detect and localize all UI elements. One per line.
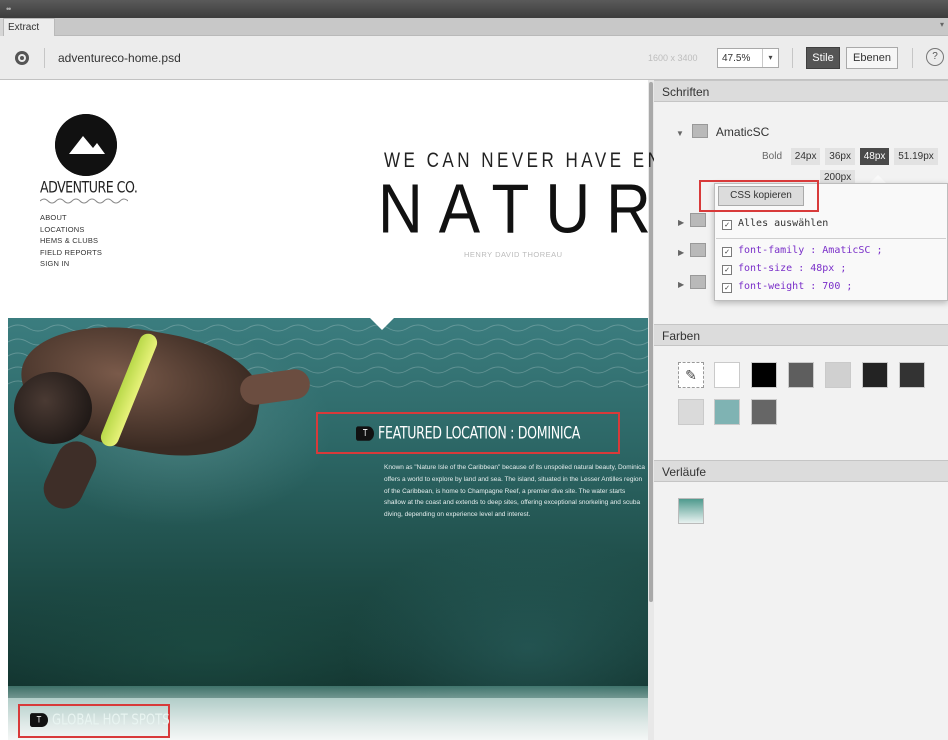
nav-link-hems-clubs[interactable]: HEMS & CLUBS (40, 235, 102, 247)
expand-triangle-icon[interactable]: ▼ (676, 129, 684, 138)
featured-location-title[interactable]: T FEATURED LOCATION : DOMINICA (356, 424, 580, 443)
css-line-font-size[interactable]: ✓ font-size : 48px ; (722, 263, 846, 275)
font-icon (690, 213, 707, 227)
font-size-chip[interactable]: 24px (790, 148, 821, 165)
css-line-font-weight[interactable]: ✓ font-weight : 700 ; (722, 281, 852, 293)
help-icon[interactable]: ? (926, 48, 944, 66)
toolbar-separator (792, 48, 793, 68)
layers-button[interactable]: Ebenen (846, 47, 898, 69)
toolbar-separator (912, 48, 913, 68)
colors-heading[interactable]: Farben (654, 324, 948, 346)
checkbox-checked-icon[interactable]: ✓ (722, 265, 732, 275)
font-icon (690, 243, 707, 257)
color-swatch[interactable] (825, 362, 851, 388)
tab-bar (55, 18, 948, 36)
brand-name[interactable]: ADVENTURE CO. (40, 179, 138, 197)
css-line-text: font-size : 48px ; (738, 263, 847, 274)
font-entry-collapsed[interactable]: ▶ (678, 243, 714, 257)
copy-css-highlight (699, 180, 819, 212)
color-swatch[interactable] (899, 362, 925, 388)
collapse-triangle-icon[interactable]: ▶ (678, 280, 684, 289)
color-swatch[interactable] (788, 362, 814, 388)
font-entry-collapsed[interactable]: ▶ (678, 213, 714, 227)
eyedropper-icon[interactable]: ✎ (678, 362, 704, 388)
featured-location-body[interactable]: Known as "Nature Isle of the Caribbean" … (384, 462, 648, 546)
panel-menu-icon[interactable]: ▾ (940, 20, 944, 29)
font-icon (690, 275, 707, 289)
font-size-chip-active[interactable]: 48px (859, 148, 890, 165)
font-entry-amaticsc[interactable]: ▼ AmaticSC (676, 124, 769, 139)
text-layer-badge-icon: T (30, 713, 48, 727)
mountain-logo-icon[interactable] (55, 114, 117, 176)
window-topstrip: •• (0, 0, 948, 18)
nav-link-sign-in[interactable]: SIGN IN (40, 258, 102, 270)
font-name: AmaticSC (715, 125, 770, 139)
styles-button[interactable]: Stile (806, 47, 840, 69)
nav-link-locations[interactable]: LOCATIONS (40, 224, 102, 236)
checkbox-checked-icon[interactable]: ✓ (722, 220, 732, 230)
css-line-font-family[interactable]: ✓ font-family : AmaticSC ; (722, 245, 883, 257)
collapse-triangle-icon[interactable]: ▶ (678, 218, 684, 227)
document-dimensions: 1600 x 3400 (648, 53, 698, 63)
font-size-list: Bold 24px 36px 48px 51.19px (758, 148, 940, 165)
nav-link-about[interactable]: ABOUT (40, 212, 102, 224)
site-nav: ABOUT LOCATIONS HEMS & CLUBS FIELD REPOR… (40, 212, 102, 270)
font-weight-label: Bold (762, 151, 783, 162)
tab-extract[interactable]: Extract (3, 18, 55, 36)
global-hot-spots-title[interactable]: T GLOBAL HOT SPOTS (30, 712, 170, 729)
diver-image (14, 372, 92, 444)
toolbar-separator (44, 48, 45, 68)
css-line-text: font-family : AmaticSC ; (738, 245, 883, 256)
color-swatch[interactable] (751, 399, 777, 425)
font-icon (691, 124, 708, 138)
css-line-text: font-weight : 700 ; (738, 281, 853, 292)
zoom-value: 47.5% (722, 53, 751, 64)
nav-link-field-reports[interactable]: FIELD REPORTS (40, 247, 102, 259)
toolbar: adventureco-home.psd 1600 x 3400 47.5% ▾… (0, 36, 948, 80)
zoom-select[interactable]: 47.5% ▾ (717, 48, 779, 68)
wave-divider-icon (40, 198, 128, 204)
quote-author[interactable]: HENRY DAVID THOREAU (464, 250, 563, 259)
chevron-down-icon[interactable]: ▾ (762, 49, 778, 67)
fonts-heading[interactable]: Schriften (654, 80, 948, 102)
global-hot-spots-label: GLOBAL HOT SPOTS (52, 712, 170, 730)
gradients-heading[interactable]: Verläufe (654, 460, 948, 482)
font-size-chip[interactable]: 36px (825, 148, 855, 165)
checkbox-checked-icon[interactable]: ✓ (722, 283, 732, 293)
select-all-label: Alles auswählen (738, 218, 829, 229)
color-swatch[interactable] (714, 399, 740, 425)
grip-icon[interactable]: •• (6, 4, 11, 14)
font-entry-collapsed[interactable]: ▶ (678, 275, 714, 289)
document-filename: adventureco-home.psd (58, 51, 181, 65)
gradient-swatch[interactable] (678, 498, 704, 524)
quote-headline[interactable]: NATURE (378, 170, 708, 250)
font-size-chip[interactable]: 51.19px (894, 148, 938, 165)
checkbox-checked-icon[interactable]: ✓ (722, 247, 732, 257)
color-swatch[interactable] (678, 399, 704, 425)
text-layer-badge-icon: T (356, 426, 374, 441)
collapse-triangle-icon[interactable]: ▶ (678, 248, 684, 257)
select-all-option[interactable]: ✓ Alles auswählen (722, 218, 828, 230)
color-swatch[interactable] (862, 362, 888, 388)
popup-divider (716, 238, 946, 239)
color-swatch[interactable] (751, 362, 777, 388)
color-swatch[interactable] (714, 362, 740, 388)
featured-location-label: FEATURED LOCATION : DOMINICA (378, 424, 581, 444)
hero-notch (370, 318, 394, 330)
preview-eye-icon[interactable] (12, 50, 32, 66)
